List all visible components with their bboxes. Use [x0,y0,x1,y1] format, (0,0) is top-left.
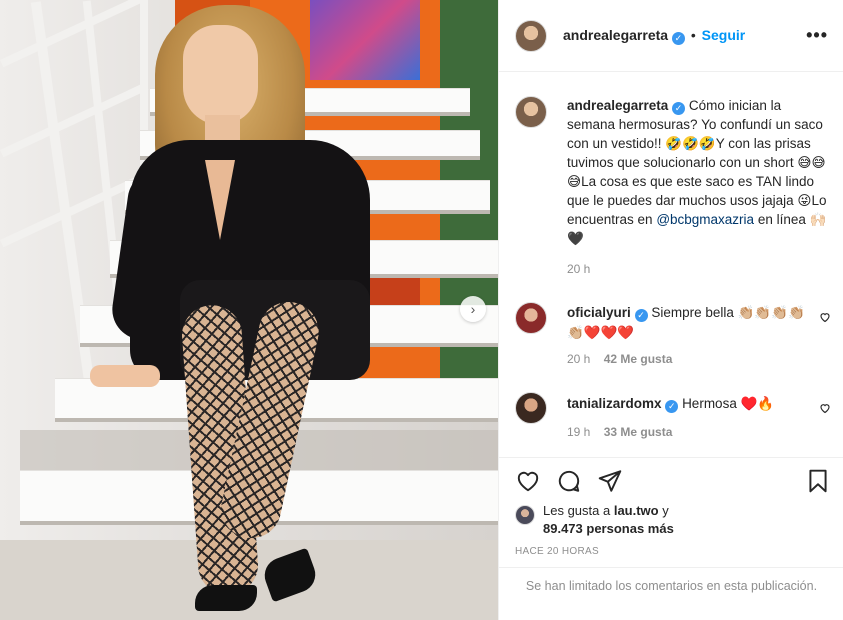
liker-avatar[interactable] [515,505,535,525]
comment-likes[interactable]: 33 Me gusta [604,425,673,439]
comments-limited-notice: Se han limitado los comentarios en esta … [499,567,843,620]
comment-meta: 19 h 33 Me gusta [567,425,672,439]
caption-mention-link[interactable]: @bcbgmaxazria [656,212,754,227]
caption-text: La cosa es que este saco es TAN lindo qu… [567,174,814,208]
likes-count[interactable]: 89.473 personas más [543,521,674,536]
comment-avatar[interactable] [515,302,547,334]
next-image-button[interactable]: › [460,296,486,322]
comment-time: 20 h [567,352,591,366]
face [183,25,258,125]
comment-emoji: ♥️🔥 [740,396,775,411]
comment-avatar[interactable] [515,392,547,424]
like-heart-icon[interactable] [515,468,541,494]
author-avatar[interactable] [515,20,547,52]
comment-bubble-icon[interactable] [556,468,582,494]
follow-button[interactable]: Seguir [702,27,746,43]
comment: oficialyuri ✓ Siempre bella 👏🏼👏🏼👏🏼👏🏼👏🏼❤️… [567,303,807,343]
caption-username[interactable]: andrealegarreta [567,98,668,113]
separator-dot: • [690,27,696,43]
comment-username[interactable]: oficialyuri [567,305,631,320]
author-username[interactable]: andrealegarreta [563,27,668,43]
verified-icon: ✓ [672,102,686,115]
header-user-row: andrealegarreta ✓ • Seguir [563,27,745,45]
post-header: andrealegarreta ✓ • Seguir ••• [499,0,843,72]
comment-likes[interactable]: 42 Me gusta [604,352,673,366]
shoe [195,585,257,611]
verified-icon: ✓ [671,32,685,45]
post-side-panel: andrealegarreta ✓ • Seguir ••• andrealeg… [498,0,843,620]
comment-meta: 20 h 42 Me gusta [567,352,672,366]
caption-text: en línea [754,212,810,227]
caption-emoji: 😜 [797,193,812,208]
comment-time: 19 h [567,425,591,439]
likes-summary: Les gusta a lau.two y 89.473 personas má… [543,502,674,538]
save-bookmark-icon[interactable] [805,468,831,494]
like-comment-icon[interactable] [819,311,831,323]
caption: andrealegarreta ✓ Cómo inician la semana… [567,96,829,248]
comment: tanializardomx ✓ Hermosa ♥️🔥 [567,394,807,414]
liker-username[interactable]: lau.two [614,503,659,518]
verified-icon: ✓ [665,400,679,413]
caption-avatar[interactable] [515,96,547,128]
share-plane-icon[interactable] [597,468,623,494]
likes-suffix: y [658,503,669,518]
more-options-icon[interactable]: ••• [806,26,828,44]
hand [90,365,160,387]
comment-text: Siempre bella [651,305,738,320]
comment-username[interactable]: tanializardomx [567,396,662,411]
caption-emoji: 🤣🤣🤣 [665,136,716,151]
background-screen [310,0,420,80]
post-image[interactable]: › [0,0,498,620]
like-comment-icon[interactable] [819,402,831,414]
likes-prefix: Les gusta a [543,503,614,518]
comment-text: Hermosa [682,396,741,411]
comments-limited-text: Se han limitado los comentarios en esta … [525,579,818,593]
caption-time: 20 h [567,262,591,276]
verified-icon: ✓ [634,309,648,322]
post-timestamp[interactable]: HACE 20 HORAS [515,546,599,557]
